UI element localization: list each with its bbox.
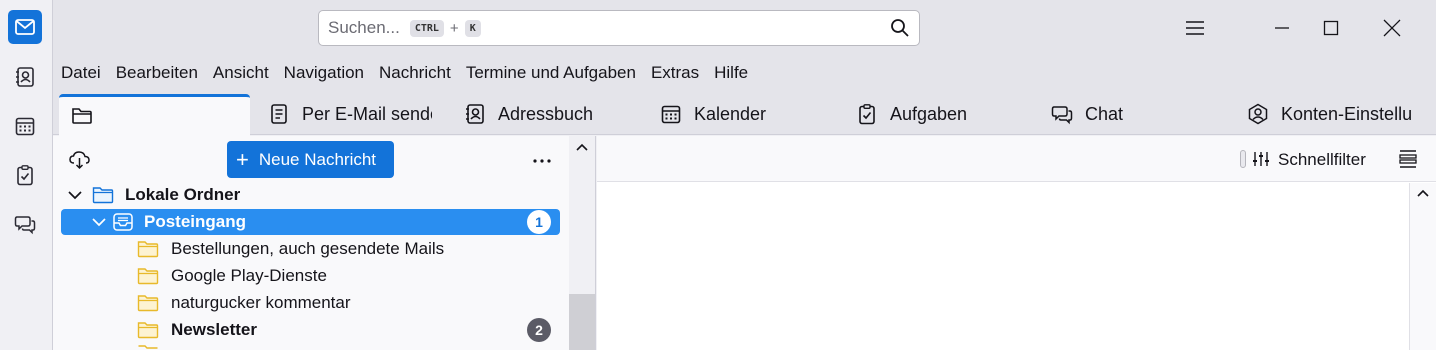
get-messages-cloud-icon[interactable]: [68, 149, 92, 171]
calendar-icon: [15, 117, 35, 136]
search-placeholder: Suchen...: [328, 18, 400, 37]
menu-bar: Datei Bearbeiten Ansicht Navigation Nach…: [53, 57, 1436, 89]
tab-konten-einstellungen[interactable]: Konten-Einstellu: [1247, 95, 1417, 133]
folder-row-posteingang[interactable]: Posteingang 1: [61, 209, 560, 235]
maximize-button[interactable]: [1317, 14, 1345, 42]
tab-per-email-senden[interactable]: Per E-Mail sende: [268, 95, 432, 133]
app-menu-button[interactable]: [1181, 14, 1209, 42]
folder-label: Bestellungen, auch gesendete Mails: [171, 239, 445, 258]
folder-label: Posteingang: [144, 212, 247, 231]
tab-bar: Per E-Mail sende Adressbuch Kalender Auf…: [53, 89, 1436, 136]
search-icon[interactable]: [890, 18, 910, 38]
tab-kalender[interactable]: Kalender: [660, 95, 766, 133]
tab-label: Per E-Mail sende: [302, 103, 432, 124]
menu-navigation[interactable]: Navigation: [284, 63, 364, 83]
close-button[interactable]: [1378, 14, 1406, 42]
maximize-icon: [1323, 20, 1339, 36]
chat-bubbles-icon: [14, 216, 36, 235]
message-list-pane: Schnellfilter: [597, 136, 1436, 350]
menu-bearbeiten[interactable]: Bearbeiten: [116, 63, 198, 83]
contact-card-icon: [466, 104, 484, 124]
tab-label: Kalender: [694, 103, 767, 124]
account-row-lokale-ordner[interactable]: Lokale Ordner: [61, 182, 240, 208]
tab-label: Aufgaben: [890, 103, 968, 124]
unread-badge: 2: [527, 318, 551, 342]
account-name: Lokale Ordner: [125, 185, 241, 204]
calendar-icon: [661, 105, 681, 124]
plus-icon: +: [236, 146, 249, 172]
tab-label: Chat: [1085, 103, 1124, 124]
folder-label: Google Play-Dienste: [171, 266, 327, 285]
scroll-up-icon[interactable]: [575, 143, 589, 152]
message-list-scrollbar[interactable]: [1409, 183, 1436, 350]
hamburger-icon: [1186, 21, 1204, 35]
menu-hilfe[interactable]: Hilfe: [714, 63, 748, 83]
unread-badge: 1: [527, 210, 551, 234]
tab-adressbuch[interactable]: Adressbuch: [464, 95, 593, 133]
inbox-icon: [113, 213, 133, 231]
folder-label: Newsletter: [171, 320, 257, 339]
folder-row[interactable]: Newsletter 2: [61, 317, 560, 343]
scroll-up-icon[interactable]: [1416, 189, 1430, 198]
chevron-down-icon[interactable]: [67, 190, 83, 200]
tab-mail[interactable]: [59, 94, 250, 136]
mail-space-button[interactable]: [8, 10, 42, 44]
new-message-label: Neue Nachricht: [258, 149, 377, 169]
tab-chat[interactable]: Chat: [1051, 95, 1123, 133]
chevron-down-icon[interactable]: [91, 217, 107, 227]
minimize-icon: [1275, 27, 1289, 29]
folder-icon: [138, 345, 158, 349]
folder-icon: [137, 295, 159, 312]
calendar-space-button[interactable]: [8, 109, 42, 143]
folder-icon: [72, 108, 92, 124]
tasks-space-button[interactable]: [8, 158, 42, 192]
chat-bubbles-icon: [1051, 106, 1073, 125]
minimize-button[interactable]: [1268, 14, 1296, 42]
close-icon: [1383, 19, 1401, 37]
message-list-display-options-icon[interactable]: [1398, 149, 1418, 169]
chat-space-button[interactable]: [8, 207, 42, 241]
quick-filter-label[interactable]: Schnellfilter: [1278, 150, 1366, 170]
shortcut-key-ctrl: CTRL: [409, 19, 444, 37]
sliders-icon: [1253, 152, 1269, 166]
folder-icon: [137, 268, 159, 285]
folder-row[interactable]: Google Play-Dienste: [61, 263, 327, 289]
tab-label: Adressbuch: [498, 103, 594, 124]
folder-pane-scrollbar[interactable]: [569, 136, 596, 350]
clipboard-check-icon: [17, 165, 33, 186]
tab-aufgaben[interactable]: Aufgaben: [856, 95, 967, 133]
shortcut-key-k: K: [464, 19, 481, 37]
account-icon: [1248, 103, 1268, 125]
contact-card-icon: [16, 67, 34, 87]
more-options-icon[interactable]: [532, 158, 552, 164]
folder-icon: [137, 322, 159, 339]
spaces-toolbar: [0, 0, 53, 350]
quick-filter-toggle[interactable]: [1240, 150, 1246, 168]
envelope-icon: [15, 19, 35, 35]
quick-filter-bar: Schnellfilter: [597, 136, 1436, 182]
folder-pane: + Neue Nachricht Lokale Ordner Posteinga…: [53, 136, 569, 350]
folder-icon: [137, 241, 159, 258]
folder-row[interactable]: Bestellungen, auch gesendete Mails: [61, 236, 444, 262]
tab-label: Konten-Einstellu: [1281, 103, 1413, 124]
menu-nachricht[interactable]: Nachricht: [379, 63, 451, 83]
folder-icon: [92, 187, 114, 204]
document-icon: [271, 104, 287, 124]
folder-label: naturgucker kommentar: [171, 293, 351, 312]
folder-row[interactable]: naturgucker kommentar: [61, 290, 351, 316]
menu-datei[interactable]: Datei: [61, 63, 101, 83]
scrollbar-thumb[interactable]: [569, 294, 595, 350]
menu-extras[interactable]: Extras: [651, 63, 699, 83]
menu-termine-und-aufgaben[interactable]: Termine und Aufgaben: [466, 63, 636, 83]
new-message-button[interactable]: + Neue Nachricht: [227, 141, 394, 178]
addressbook-space-button[interactable]: [8, 60, 42, 94]
clipboard-check-icon: [859, 104, 875, 125]
menu-ansicht[interactable]: Ansicht: [213, 63, 269, 83]
shortcut-plus: +: [449, 19, 459, 37]
title-bar: Suchen... CTRL + K: [53, 0, 1436, 57]
global-search-field[interactable]: Suchen... CTRL + K: [318, 10, 920, 46]
